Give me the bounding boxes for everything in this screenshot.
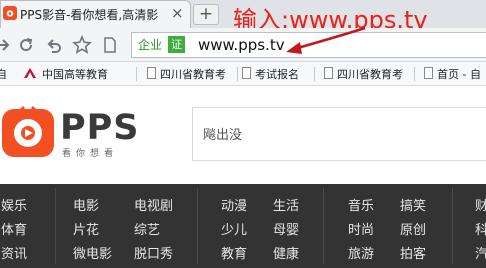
bookmark-item[interactable]: 自 xyxy=(0,66,7,82)
search-input[interactable]: 飚出没 xyxy=(192,107,486,161)
page-icon xyxy=(147,67,156,79)
category-divider xyxy=(55,188,56,264)
category-link[interactable]: 健康 xyxy=(273,243,299,262)
category-link[interactable]: 微电影 xyxy=(73,243,112,262)
new-tab-button[interactable]: + xyxy=(193,4,219,25)
bookmark-item[interactable]: 首页 - 自 xyxy=(424,66,481,82)
category-link[interactable]: 片花 xyxy=(73,219,99,238)
pps-favicon-icon xyxy=(3,6,17,20)
logo-tagline: 看你想看 xyxy=(62,149,119,159)
refresh-icon[interactable] xyxy=(16,35,36,55)
category-link[interactable]: 拍客 xyxy=(400,243,426,262)
undo-icon[interactable] xyxy=(44,35,64,55)
category-link[interactable]: 原创 xyxy=(400,219,426,238)
category-link[interactable]: 动漫 xyxy=(221,195,247,214)
bookmark-label: 考试报名 xyxy=(255,68,299,81)
bookmark-separator xyxy=(136,67,137,81)
category-link[interactable]: 脱口秀 xyxy=(134,243,173,262)
category-link[interactable]: 综艺 xyxy=(134,219,160,238)
bookmark-item[interactable]: 四川省教育考 xyxy=(324,66,403,82)
bookmark-label: 四川省教育考 xyxy=(337,68,403,81)
bookmark-separator xyxy=(414,67,415,81)
category-link[interactable]: 体育 xyxy=(1,219,27,238)
page-icon xyxy=(104,37,116,53)
category-link[interactable]: 财 xyxy=(475,195,486,214)
bookmark-separator xyxy=(237,67,238,81)
bookmarks-bar: 自 中国高等教育 四川省教育考 考试报名 四川省教育考 首页 - 自 xyxy=(0,62,486,86)
bookmark-item[interactable]: 考试报名 xyxy=(242,66,299,82)
navigation-bar: 企业 证 www.pps.tv xyxy=(0,28,486,62)
category-nav: 娱乐 电影 电视剧 动漫 生活 音乐 搞笑 财 体育 片花 综艺 少儿 母婴 时… xyxy=(0,184,486,268)
category-link[interactable]: 旅游 xyxy=(348,243,374,262)
category-link[interactable]: 少儿 xyxy=(221,219,247,238)
tab-close-icon[interactable]: × xyxy=(171,4,184,22)
category-divider xyxy=(197,188,198,264)
category-link[interactable]: 资讯 xyxy=(1,243,27,262)
tab-title: PPS影音-看你想看,高清影 xyxy=(20,8,159,22)
category-divider xyxy=(323,188,324,264)
category-divider xyxy=(452,188,453,264)
bookmark-label: 中国高等教育 xyxy=(42,68,108,81)
category-link[interactable]: 科 xyxy=(475,219,486,238)
category-link[interactable]: 母婴 xyxy=(273,219,299,238)
pps-logo-icon[interactable] xyxy=(2,105,54,157)
category-link[interactable]: 电影 xyxy=(73,195,99,214)
cert-badge[interactable]: 证 xyxy=(168,36,185,53)
bookmark-label: 首页 - 自 xyxy=(437,68,481,81)
bookmark-separator xyxy=(314,67,315,81)
star-icon[interactable] xyxy=(72,35,92,55)
page-icon xyxy=(424,67,433,79)
logo-text[interactable]: PPS xyxy=(60,108,140,148)
page-icon xyxy=(324,67,333,79)
site-header: PPS 看你想看 飚出没 xyxy=(0,86,486,184)
tab-strip: PPS影音-看你想看,高清影 × + 输入:www.pps.tv xyxy=(0,0,486,34)
annotation-arrow-icon xyxy=(286,26,366,54)
bookmark-item[interactable]: 中国高等教育 xyxy=(22,66,108,82)
bookmark-label: 四川省教育考 xyxy=(160,68,226,81)
page-icon xyxy=(242,67,251,79)
cert-label[interactable]: 企业 xyxy=(138,36,162,53)
forward-icon[interactable] xyxy=(0,35,12,55)
search-placeholder: 飚出没 xyxy=(203,128,243,143)
category-link[interactable]: 音乐 xyxy=(348,195,374,214)
category-link[interactable]: 生活 xyxy=(273,195,299,214)
category-link[interactable]: 搞笑 xyxy=(400,195,426,214)
bookmark-favicon-icon xyxy=(24,68,36,78)
category-link[interactable]: 汽 xyxy=(475,243,486,262)
category-link[interactable]: 时尚 xyxy=(348,219,374,238)
bookmark-item[interactable]: 四川省教育考 xyxy=(147,66,226,82)
browser-tab[interactable]: PPS影音-看你想看,高清影 × xyxy=(0,0,191,29)
category-link[interactable]: 娱乐 xyxy=(1,195,27,214)
category-link[interactable]: 电视剧 xyxy=(134,195,173,214)
category-link[interactable]: 教育 xyxy=(221,243,247,262)
